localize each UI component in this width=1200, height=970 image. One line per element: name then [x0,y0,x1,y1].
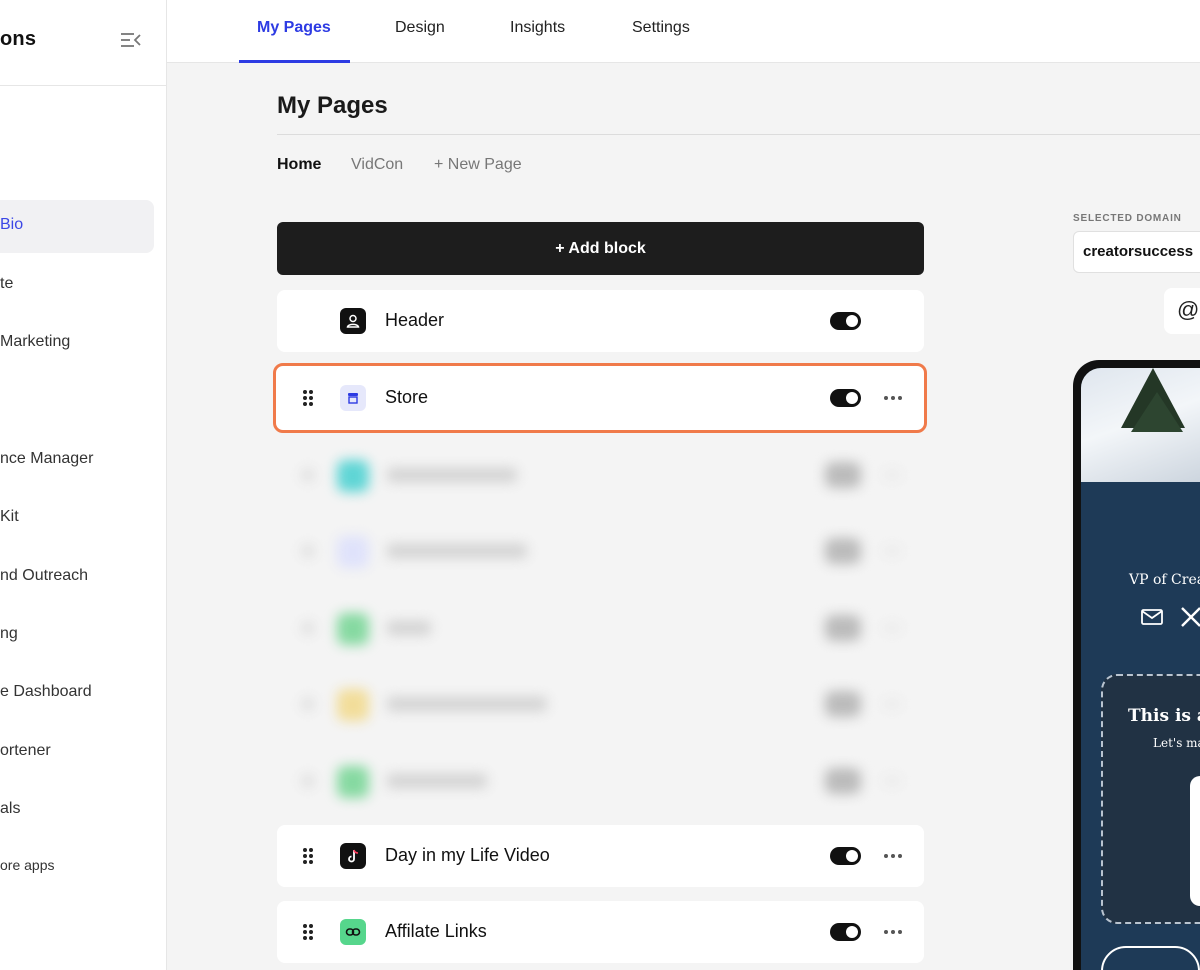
tiktok-icon [340,843,366,869]
blurred-row [277,444,924,504]
block-label: Affilate Links [385,921,487,941]
link-icon [340,919,366,945]
blurred-row [277,673,924,733]
add-block-button[interactable]: + Add block [277,222,924,275]
cover-image [1081,368,1200,482]
sidebar-item-outreach[interactable]: nd Outreach [0,567,88,585]
tab-insights[interactable]: Insights [510,19,565,37]
drag-handle-icon[interactable] [302,389,314,407]
sidebar-item-kit[interactable]: Kit [0,508,19,526]
social-pill-button[interactable] [1101,946,1200,970]
mail-icon[interactable] [1141,608,1163,626]
at-symbol-button[interactable]: @ [1164,288,1200,334]
block-label: Store [385,387,429,407]
sidebar: ons Bio te Marketing nce Manager Kit nd … [0,0,167,970]
sidebar-item-marketing[interactable]: Marketing [0,333,70,351]
tab-my-pages[interactable]: My Pages [257,19,331,37]
block-toggle[interactable] [830,389,861,407]
top-navigation: My Pages Design Insights Settings [167,0,1200,63]
divider [277,134,1200,135]
sidebar-item-more-apps[interactable]: ore apps [0,857,54,873]
subtab-home[interactable]: Home [277,156,321,174]
collapse-sidebar-icon[interactable] [120,31,142,49]
sidebar-item-als[interactable]: als [0,800,20,818]
sidebar-item-ng[interactable]: ng [0,625,18,643]
block-toggle[interactable] [830,923,861,941]
selected-domain-label: SELECTED DOMAIN [1073,213,1182,224]
sidebar-item-shortener[interactable]: ortener [0,742,51,760]
preview-bio-text: VP of Crea [1129,572,1200,588]
more-options-icon[interactable] [883,389,903,407]
blurred-row [277,597,924,657]
sidebar-header: ons [0,0,166,86]
drag-handle-icon[interactable] [302,923,314,941]
more-options-icon[interactable] [883,847,903,865]
domain-select[interactable]: creatorsuccess [1073,231,1200,273]
blurred-row [277,750,924,810]
card-title: This is a [1128,706,1200,726]
block-store[interactable]: Store [273,363,927,433]
sidebar-item-bio[interactable]: Bio [0,200,154,253]
user-icon [340,308,366,334]
card-subtitle: Let's ma [1153,736,1200,750]
brand-name: ons [0,28,37,50]
new-page-button[interactable]: + New Page [434,156,522,174]
block-label: Day in my Life Video [385,845,550,865]
block-toggle[interactable] [830,847,861,865]
store-icon [340,385,366,411]
sidebar-item-te[interactable]: te [0,275,13,293]
block-label: Header [385,310,445,330]
blurred-row [277,520,924,580]
page-title: My Pages [277,92,388,119]
x-twitter-icon[interactable] [1180,606,1200,628]
more-options-icon[interactable] [883,923,903,941]
sidebar-item-dashboard[interactable]: e Dashboard [0,683,92,701]
sidebar-item-manager[interactable]: nce Manager [0,450,93,468]
block-header[interactable]: Header [277,290,924,352]
blurred-blocks [277,440,924,810]
block-toggle[interactable] [830,312,861,330]
card-inner-panel [1190,776,1200,906]
subtab-vidcon[interactable]: VidCon [351,156,403,174]
active-tab-indicator [239,60,350,63]
block-affiliate-links[interactable]: Affilate Links [277,901,924,963]
tab-design[interactable]: Design [395,19,445,37]
block-day-in-my-life-video[interactable]: Day in my Life Video [277,825,924,887]
drag-handle-icon[interactable] [302,847,314,865]
tab-settings[interactable]: Settings [632,19,690,37]
